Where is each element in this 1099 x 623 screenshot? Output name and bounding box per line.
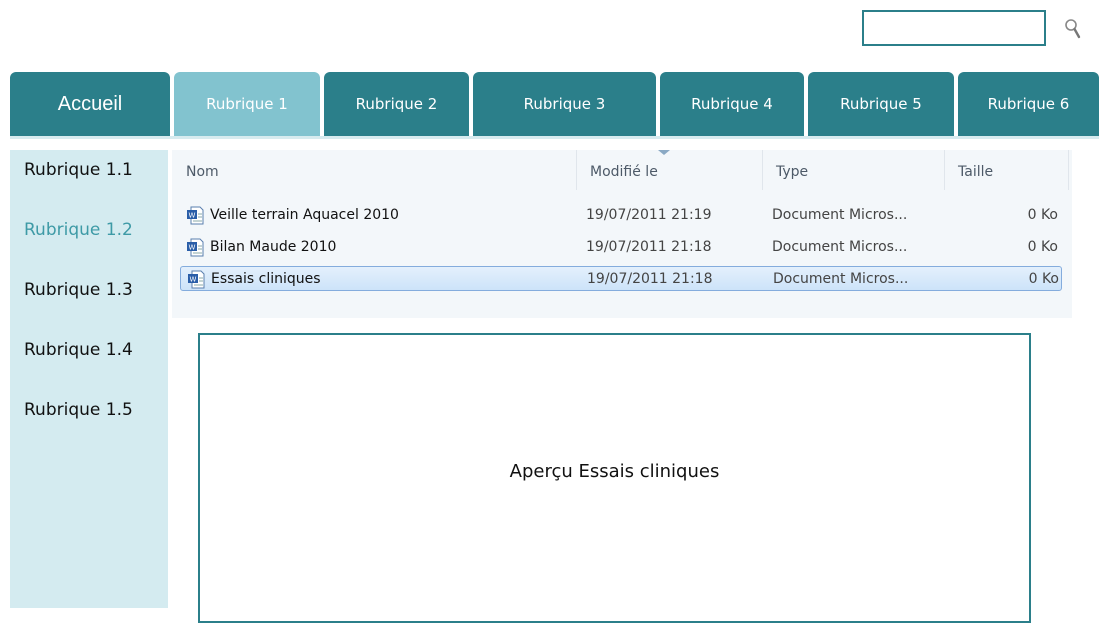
sidebar: Rubrique 1.1 Rubrique 1.2 Rubrique 1.3 R… bbox=[10, 150, 168, 608]
word-document-icon: W bbox=[187, 238, 204, 257]
file-size: 0 Ko bbox=[1028, 271, 1059, 287]
word-document-icon: W bbox=[187, 206, 204, 225]
file-modified: 19/07/2011 21:19 bbox=[586, 207, 712, 223]
column-header-name[interactable]: Nom bbox=[172, 150, 576, 194]
svg-text:W: W bbox=[189, 244, 196, 252]
column-separator[interactable] bbox=[1068, 150, 1069, 190]
column-header-size[interactable]: Taille bbox=[944, 150, 1068, 194]
svg-text:W: W bbox=[190, 276, 197, 284]
tab-rubrique-3[interactable]: Rubrique 3 bbox=[473, 72, 656, 136]
tab-accueil[interactable]: Accueil bbox=[10, 72, 170, 136]
sidebar-item-rubrique-1-1[interactable]: Rubrique 1.1 bbox=[24, 160, 133, 180]
file-name: Essais cliniques bbox=[211, 271, 321, 287]
file-row[interactable]: W Veille terrain Aquacel 2010 19/07/2011… bbox=[180, 203, 1062, 228]
document-preview: Aperçu Essais cliniques bbox=[198, 333, 1031, 623]
file-list: Nom Modifié le Type Taille W Veille terr… bbox=[172, 150, 1072, 318]
tabbar-underline bbox=[10, 136, 1099, 139]
preview-title: Aperçu Essais cliniques bbox=[509, 461, 720, 482]
file-modified: 19/07/2011 21:18 bbox=[586, 239, 712, 255]
sidebar-item-rubrique-1-2[interactable]: Rubrique 1.2 bbox=[24, 220, 133, 240]
file-row[interactable]: W Bilan Maude 2010 19/07/2011 21:18 Docu… bbox=[180, 235, 1062, 260]
sidebar-item-rubrique-1-3[interactable]: Rubrique 1.3 bbox=[24, 280, 133, 300]
file-type: Document Micros... bbox=[773, 271, 909, 287]
main-navigation: Accueil Rubrique 1 Rubrique 2 Rubrique 3… bbox=[10, 72, 1099, 136]
column-header-type[interactable]: Type bbox=[762, 150, 944, 194]
file-size: 0 Ko bbox=[1027, 207, 1058, 223]
column-header-modified[interactable]: Modifié le bbox=[576, 150, 762, 194]
tab-rubrique-4[interactable]: Rubrique 4 bbox=[660, 72, 804, 136]
svg-text:W: W bbox=[189, 212, 196, 220]
file-size: 0 Ko bbox=[1027, 239, 1058, 255]
sidebar-item-rubrique-1-5[interactable]: Rubrique 1.5 bbox=[24, 400, 133, 420]
tab-rubrique-5[interactable]: Rubrique 5 bbox=[808, 72, 954, 136]
file-type: Document Micros... bbox=[772, 239, 908, 255]
tab-rubrique-1[interactable]: Rubrique 1 bbox=[174, 72, 320, 136]
file-name: Bilan Maude 2010 bbox=[210, 239, 337, 255]
word-document-icon: W bbox=[188, 270, 205, 289]
search-input[interactable] bbox=[862, 10, 1046, 46]
file-modified: 19/07/2011 21:18 bbox=[587, 271, 713, 287]
file-type: Document Micros... bbox=[772, 207, 908, 223]
tab-rubrique-2[interactable]: Rubrique 2 bbox=[324, 72, 469, 136]
file-row-selected[interactable]: W Essais cliniques 19/07/2011 21:18 Docu… bbox=[180, 266, 1062, 291]
sidebar-item-rubrique-1-4[interactable]: Rubrique 1.4 bbox=[24, 340, 133, 360]
search-icon[interactable] bbox=[1064, 18, 1082, 40]
tab-rubrique-6[interactable]: Rubrique 6 bbox=[958, 72, 1099, 136]
file-name: Veille terrain Aquacel 2010 bbox=[210, 207, 399, 223]
